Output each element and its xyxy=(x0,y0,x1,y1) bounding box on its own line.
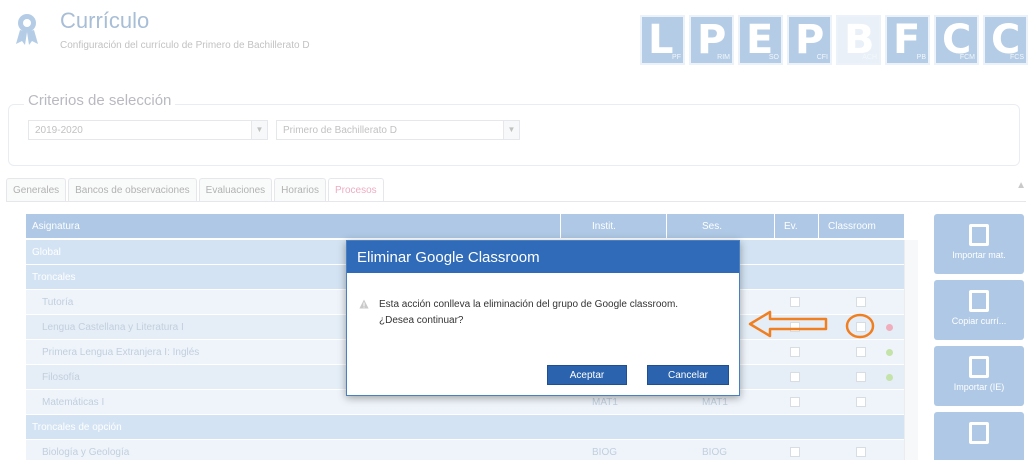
tab-procesos[interactable]: Procesos xyxy=(327,178,384,202)
ses-code: BIOG xyxy=(702,447,728,458)
delete-classroom-dialog: Eliminar Google Classroom Esta acción co… xyxy=(346,240,740,396)
year-select[interactable]: 2019-2020 ▼ xyxy=(28,120,268,140)
logo-tile: C FCS xyxy=(983,15,1028,65)
copy-curriculum-button[interactable]: Copiar currí... xyxy=(934,280,1024,340)
import-ie-button[interactable]: Importar (IE) xyxy=(934,346,1024,406)
row-label: Matemáticas I xyxy=(42,397,105,408)
import-icon xyxy=(969,356,989,378)
logo-tile: P CFI xyxy=(787,15,832,65)
grid-header-row: Asignatura Instit. Ses. Ev. Classroom xyxy=(26,214,904,238)
logo-strip: L PF P RIM E SO P CFI B ACH F PB C FCM C FCS xyxy=(640,15,1028,65)
row-label: Lengua Castellana y Literatura I xyxy=(42,322,184,333)
tab-bancos-observaciones[interactable]: Bancos de observaciones xyxy=(68,178,197,202)
table-row[interactable]: Troncales de opción xyxy=(26,415,904,439)
classroom-checkbox[interactable] xyxy=(856,347,866,357)
dialog-message-line1: Esta acción conlleva la eliminación del … xyxy=(379,299,679,310)
row-label: Filosofía xyxy=(42,372,80,383)
tab-horarios[interactable]: Horarios xyxy=(274,178,326,202)
ses-code: MAT1 xyxy=(702,397,728,408)
dialog-message-line2: ¿Desea continuar? xyxy=(379,315,464,326)
accept-button[interactable]: Aceptar xyxy=(547,365,627,385)
status-dot-green xyxy=(886,349,893,356)
annotation-arrow-icon xyxy=(748,310,875,339)
page-title: Currículo xyxy=(60,8,150,33)
row-label: Biología y Geología xyxy=(42,447,130,458)
chevron-down-icon: ▼ xyxy=(251,121,267,139)
column-header-inst[interactable]: Instit. xyxy=(592,221,616,232)
row-label: Tutoría xyxy=(42,297,74,308)
tab-generales[interactable]: Generales xyxy=(6,178,67,202)
import-subjects-button[interactable]: Importar mat. xyxy=(934,214,1024,274)
year-select-value: 2019-2020 xyxy=(35,125,83,136)
award-ribbon-icon xyxy=(16,14,38,45)
logo-tile: B ACH xyxy=(836,15,881,65)
dialog-message: Esta acción conlleva la eliminación del … xyxy=(359,297,735,329)
logo-tile: L PF xyxy=(640,15,685,65)
cancel-button[interactable]: Cancelar xyxy=(647,365,729,385)
column-header-ev[interactable]: Ev. xyxy=(784,221,798,232)
dialog-title: Eliminar Google Classroom xyxy=(347,241,739,273)
import-icon xyxy=(969,224,989,246)
tab-bar: Generales Bancos de observaciones Evalua… xyxy=(6,178,384,202)
table-row[interactable]: Biología y Geología BIOG BIOG xyxy=(26,440,904,460)
inst-code: BIOG xyxy=(592,447,618,458)
row-label: Global xyxy=(32,247,61,258)
copy-icon xyxy=(969,290,989,312)
ev-checkbox[interactable] xyxy=(790,447,800,457)
group-select-value: Primero de Bachillerato D xyxy=(283,125,397,136)
row-label: Troncales de opción xyxy=(32,422,122,433)
classroom-checkbox[interactable] xyxy=(856,397,866,407)
column-header-ses[interactable]: Ses. xyxy=(702,221,722,232)
logo-tile: F PB xyxy=(885,15,930,65)
export-button[interactable] xyxy=(934,412,1024,460)
tab-evaluaciones[interactable]: Evaluaciones xyxy=(198,178,273,202)
page-subtitle: Configuración del currículo de Primero d… xyxy=(60,40,310,51)
row-label: Primera Lengua Extranjera I: Inglés xyxy=(42,347,200,358)
inst-code: MAT1 xyxy=(592,397,618,408)
criteria-legend: Criterios de selección xyxy=(24,92,176,109)
logo-tile: P RIM xyxy=(689,15,734,65)
export-icon xyxy=(969,422,989,444)
row-label: Troncales xyxy=(32,272,76,283)
group-select[interactable]: Primero de Bachillerato D ▼ xyxy=(276,120,520,140)
chevron-down-icon: ▼ xyxy=(503,121,519,139)
ev-checkbox[interactable] xyxy=(790,397,800,407)
status-dot-green xyxy=(886,374,893,381)
ev-checkbox[interactable] xyxy=(790,347,800,357)
logo-tile: E SO xyxy=(738,15,783,65)
warning-icon xyxy=(359,299,369,309)
grid-scrollbar[interactable] xyxy=(904,240,918,460)
collapse-caret-icon[interactable]: ▲ xyxy=(1016,180,1026,191)
logo-tile: C FCM xyxy=(934,15,979,65)
column-header-subject[interactable]: Asignatura xyxy=(32,221,80,232)
annotation-circle-icon xyxy=(845,313,875,339)
column-header-classroom[interactable]: Classroom xyxy=(828,221,876,232)
ev-checkbox[interactable] xyxy=(790,372,800,382)
classroom-checkbox[interactable] xyxy=(856,447,866,457)
classroom-checkbox[interactable] xyxy=(856,372,866,382)
status-dot-red xyxy=(886,324,893,331)
tabs-divider xyxy=(6,201,1026,202)
